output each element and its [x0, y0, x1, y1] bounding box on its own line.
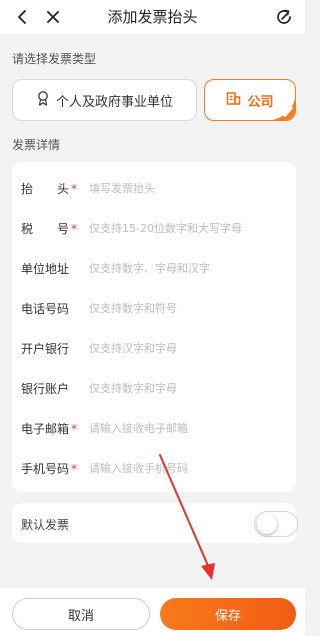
invoice-details-card: 抬 头* 税 号* 单位地址 电话号码 开户银行 银行账户 电子邮箱* 手机号码… — [12, 162, 296, 492]
field-label: 税 号 * — [21, 221, 78, 236]
default-invoice-row: 默认发票 — [12, 503, 298, 543]
invoice-details-label: 发票详情 — [12, 138, 61, 152]
tax-number-input[interactable] — [89, 221, 289, 235]
invoice-type-label: 请选择发票类型 — [12, 52, 97, 66]
field-row-phone: 电话号码 — [12, 288, 296, 328]
company-address-input[interactable] — [89, 261, 289, 275]
page-title: 添加发票抬头 — [107, 8, 198, 26]
field-label: 手机号码 * — [21, 461, 78, 476]
field-label: 电子邮箱 * — [21, 421, 78, 436]
invoice-title-input[interactable] — [89, 181, 289, 195]
invoice-type-personal-option[interactable]: 个人及政府事业单位 — [12, 79, 197, 121]
bank-account-input[interactable] — [89, 381, 289, 395]
default-invoice-label: 默认发票 — [21, 518, 70, 532]
top-bar: 添加发票抬头 — [0, 0, 305, 34]
field-row-mobile: 手机号码 * — [12, 448, 296, 488]
field-label: 单位地址 — [21, 261, 70, 276]
field-label: 抬 头 * — [21, 181, 78, 196]
refresh-share-icon[interactable] — [272, 5, 296, 29]
bank-name-input[interactable] — [89, 341, 289, 355]
email-input[interactable] — [89, 421, 289, 435]
field-row-account: 银行账户 — [12, 368, 296, 408]
field-label: 开户银行 — [21, 341, 70, 356]
field-label: 银行账户 — [21, 381, 70, 396]
cancel-button[interactable]: 取消 — [12, 598, 150, 630]
toggle-knob — [257, 514, 277, 534]
field-row-tax-number: 税 号 * — [12, 208, 296, 248]
person-ribbon-icon — [36, 90, 50, 110]
selected-check-icon — [272, 98, 295, 120]
invoice-type-company-option[interactable]: 公司 — [204, 79, 296, 121]
field-row-title: 抬 头 * — [12, 168, 296, 208]
field-row-bank: 开户银行 — [12, 328, 296, 368]
field-row-address: 单位地址 — [12, 248, 296, 288]
phone-number-input[interactable] — [89, 301, 289, 315]
mobile-number-input[interactable] — [89, 461, 289, 475]
invoice-type-personal-label: 个人及政府事业单位 — [55, 94, 173, 110]
field-label: 电话号码 — [21, 301, 70, 316]
building-icon — [226, 91, 241, 110]
field-row-email: 电子邮箱 * — [12, 408, 296, 448]
save-button[interactable]: 保存 — [160, 598, 296, 630]
default-invoice-toggle[interactable] — [254, 511, 298, 537]
chevron-left-icon[interactable] — [10, 5, 34, 29]
